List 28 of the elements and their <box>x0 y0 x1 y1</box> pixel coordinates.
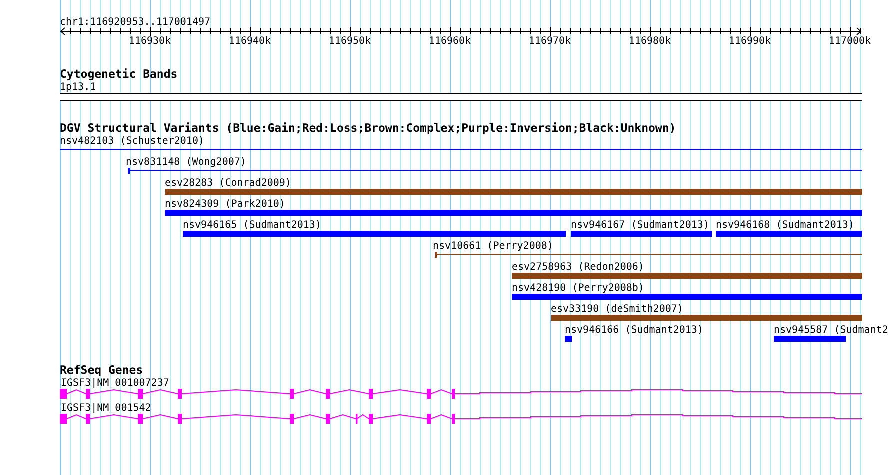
track-title: DGV Structural Variants (Blue:Gain;Red:Loss;Brown:Complex;Purple:Inversion;Black:Unknown) <box>60 121 676 135</box>
variant-label: nsv946168 (Sudmant2013) <box>716 220 854 231</box>
variant-label: nsv831148 (Wong2007) <box>126 157 246 168</box>
track-title: RefSeq Genes <box>60 363 144 377</box>
ruler-tick-label: 116960k <box>428 36 472 47</box>
variant-label: nsv428190 (Perry2008b) <box>512 283 644 294</box>
ruler-tick-label: 116970k <box>528 36 572 47</box>
gene-label: IGSF3|NM_001007237 <box>61 378 170 389</box>
ruler-tick-label: 116980k <box>628 36 672 47</box>
band-label: 1p13.1 <box>60 82 96 93</box>
variant-label: nsv945587 (Sudmant2 <box>774 325 888 336</box>
gene-label: IGSF3|NM_001542 <box>61 403 152 414</box>
variant-label: nsv482103 (Schuster2010) <box>60 136 204 147</box>
variant-label: esv2758963 (Redon2006) <box>512 262 644 273</box>
ruler-tick-label: 116950k <box>328 36 372 47</box>
variant-label: nsv946166 (Sudmant2013) <box>565 325 704 336</box>
variant-label: nsv946165 (Sudmant2013) <box>183 220 322 231</box>
ruler-tick-label: 117000k <box>828 36 872 47</box>
variant-label: esv33190 (deSmith2007) <box>551 304 684 315</box>
ruler-tick-label: 116940k <box>228 36 272 47</box>
variant-label: esv28283 (Conrad2009) <box>165 178 292 189</box>
variant-label: nsv824309 (Park2010) <box>165 199 286 210</box>
coordinate-range: chr1:116920953..117001497 <box>60 17 211 28</box>
ruler-tick-label: 116990k <box>728 36 772 47</box>
track-title: Cytogenetic Bands <box>60 67 178 81</box>
variant-label: nsv10661 (Perry2008) <box>433 241 554 252</box>
ruler-tick-label: 116930k <box>128 36 172 47</box>
variant-label: nsv946167 (Sudmant2013) <box>571 220 710 231</box>
